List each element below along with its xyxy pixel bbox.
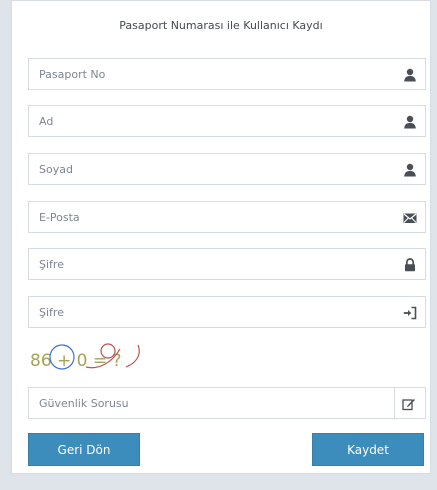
- passport-number-input[interactable]: Pasaport No: [28, 58, 426, 90]
- last-name-input[interactable]: Soyad: [28, 153, 426, 185]
- back-button[interactable]: Geri Dön: [28, 433, 140, 466]
- passport-number-placeholder: Pasaport No: [39, 68, 106, 81]
- password-placeholder: Şifre: [39, 258, 64, 271]
- last-name-placeholder: Soyad: [39, 163, 73, 176]
- form-title: Pasaport Numarası ile Kullanıcı Kaydı: [119, 19, 323, 32]
- captcha-image: 86 + 0 = ?: [28, 337, 158, 373]
- envelope-icon: [403, 210, 417, 224]
- user-icon: [403, 67, 417, 82]
- user-icon: [403, 162, 417, 177]
- first-name-placeholder: Ad: [39, 115, 54, 128]
- security-question-input[interactable]: Güvenlik Sorusu: [28, 387, 426, 419]
- captcha-text: 86 + 0 = ?: [30, 351, 122, 371]
- sign-in-icon: [403, 305, 417, 320]
- edit-icon: [402, 396, 416, 411]
- password-input[interactable]: Şifre: [28, 248, 426, 280]
- email-placeholder: E-Posta: [39, 211, 80, 224]
- security-question-placeholder: Güvenlik Sorusu: [39, 397, 129, 410]
- registration-panel: Pasaport Numarası ile Kullanıcı Kaydı Pa…: [11, 0, 431, 474]
- save-button[interactable]: Kaydet: [312, 433, 424, 466]
- lock-icon: [403, 257, 417, 272]
- input-addon-divider: [394, 388, 395, 418]
- first-name-input[interactable]: Ad: [28, 105, 426, 137]
- user-icon: [403, 114, 417, 129]
- password-confirm-placeholder: Şifre: [39, 306, 64, 319]
- email-input[interactable]: E-Posta: [28, 201, 426, 233]
- password-confirm-input[interactable]: Şifre: [28, 296, 426, 328]
